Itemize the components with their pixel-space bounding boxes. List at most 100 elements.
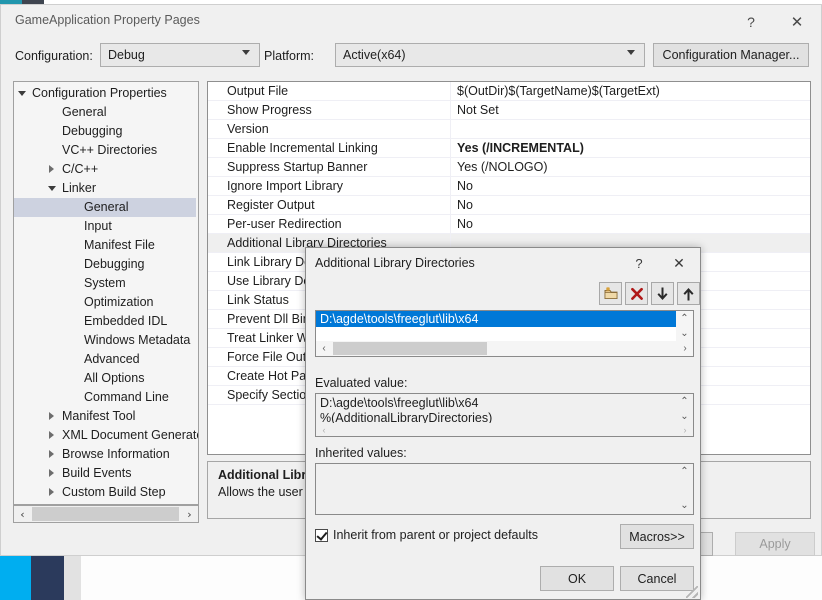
tree-item-input[interactable]: Input — [14, 217, 196, 236]
property-name: Show Progress — [227, 101, 312, 120]
tree-item-general[interactable]: General — [14, 198, 196, 217]
scrollbar-thumb[interactable] — [32, 507, 179, 521]
scroll-left-icon[interactable]: ‹ — [14, 506, 31, 522]
property-name: Version — [227, 120, 269, 139]
background-gray-block — [64, 556, 81, 600]
scroll-up-icon[interactable]: ⌃ — [676, 394, 693, 409]
chevron-right-icon[interactable] — [48, 450, 57, 459]
platform-dropdown[interactable]: Active(x64) — [335, 43, 645, 67]
tree-item-custom-build-step[interactable]: Custom Build Step — [14, 483, 196, 502]
chevron-down-icon — [242, 50, 251, 59]
arrow-down-icon[interactable] — [651, 282, 674, 305]
scroll-up-icon[interactable]: ⌃ — [676, 311, 693, 326]
tree-item-label: Optimization — [84, 293, 153, 312]
property-row[interactable]: Output File$(OutDir)$(TargetName)$(Targe… — [208, 82, 810, 101]
property-name: Suppress Startup Banner — [227, 158, 367, 177]
chevron-right-icon[interactable] — [48, 165, 57, 174]
dialog-help-icon[interactable]: ? — [626, 251, 652, 275]
dialog-title: Additional Library Directories — [315, 256, 475, 270]
listbox-vertical-scrollbar[interactable]: ⌃ ⌄ — [676, 311, 693, 342]
additional-library-directories-dialog: Additional Library Directories ? ✕ — [305, 247, 701, 600]
tree-item-label: Build Events — [62, 464, 131, 483]
tree-item-general[interactable]: General — [14, 103, 196, 122]
scroll-down-icon[interactable]: ⌄ — [676, 498, 693, 513]
scroll-left-icon[interactable]: ‹ — [316, 341, 332, 356]
property-value[interactable]: No — [457, 196, 473, 215]
apply-button: Apply — [735, 532, 815, 556]
close-icon[interactable]: ✕ — [780, 9, 814, 35]
tree-item-optimization[interactable]: Optimization — [14, 293, 196, 312]
tree-item-system[interactable]: System — [14, 274, 196, 293]
scroll-down-icon[interactable]: ⌄ — [676, 409, 693, 424]
property-row[interactable]: Version — [208, 120, 810, 139]
dialog-close-icon[interactable]: ✕ — [664, 251, 694, 275]
property-value[interactable]: Yes (/INCREMENTAL) — [457, 139, 584, 158]
macros-button[interactable]: Macros>> — [620, 524, 694, 549]
property-row[interactable]: Ignore Import LibraryNo — [208, 177, 810, 196]
chevron-right-icon[interactable] — [48, 412, 57, 421]
tree-item-xml-document-generator[interactable]: XML Document Generator — [14, 426, 196, 445]
platform-value: Active(x64) — [343, 48, 406, 62]
property-row[interactable]: Enable Incremental LinkingYes (/INCREMEN… — [208, 139, 810, 158]
property-row[interactable]: Register OutputNo — [208, 196, 810, 215]
tree-item-all-options[interactable]: All Options — [14, 369, 196, 388]
tree-item-manifest-tool[interactable]: Manifest Tool — [14, 407, 196, 426]
tree-item-browse-information[interactable]: Browse Information — [14, 445, 196, 464]
tree-item-command-line[interactable]: Command Line — [14, 388, 196, 407]
delete-x-icon[interactable] — [625, 282, 648, 305]
tree-item-debugging[interactable]: Debugging — [14, 255, 196, 274]
chevron-down-icon[interactable] — [48, 184, 57, 193]
property-row[interactable]: Suppress Startup Banner Yes (/NOLOGO) — [208, 158, 810, 177]
scroll-right-icon[interactable]: › — [677, 341, 693, 356]
configuration-manager-button[interactable]: Configuration Manager... — [653, 43, 809, 67]
tree-item-windows-metadata[interactable]: Windows Metadata — [14, 331, 196, 350]
scroll-up-icon[interactable]: ⌃ — [676, 464, 693, 479]
property-value[interactable]: Yes (/NOLOGO) — [457, 158, 548, 177]
property-row[interactable]: Show Progress Not Set — [208, 101, 810, 120]
chevron-right-icon[interactable] — [48, 469, 57, 478]
evaluated-horizontal-scrollbar[interactable]: ‹ › — [316, 423, 693, 436]
chevron-right-icon[interactable] — [48, 431, 57, 440]
property-value[interactable]: Not Set — [457, 101, 499, 120]
tree-horizontal-scrollbar[interactable]: ‹ › — [13, 505, 199, 523]
arrow-up-icon[interactable] — [677, 282, 700, 305]
property-value[interactable]: No — [457, 215, 473, 234]
tree-item-label: General — [84, 198, 128, 217]
tree-item-vc-directories[interactable]: VC++ Directories — [14, 141, 196, 160]
tree-item-advanced[interactable]: Advanced — [14, 350, 196, 369]
help-icon[interactable]: ? — [736, 9, 766, 35]
tree-item-manifest-file[interactable]: Manifest File — [14, 236, 196, 255]
background-navy-block — [31, 556, 64, 600]
tree-item-build-events[interactable]: Build Events — [14, 464, 196, 483]
inherit-checkbox[interactable] — [315, 529, 328, 542]
property-value[interactable]: No — [457, 177, 473, 196]
directories-listbox[interactable]: D:\agde\tools\freeglut\lib\x64 ⌃ ⌄ ‹ › — [315, 310, 694, 357]
inherit-checkbox-label: Inherit from parent or project defaults — [333, 528, 538, 542]
dialog-cancel-button[interactable]: Cancel — [620, 566, 694, 591]
scroll-right-icon[interactable]: › — [181, 506, 198, 522]
configuration-bar: Configuration: Debug Platform: Active(x6… — [1, 43, 822, 71]
configuration-dropdown[interactable]: Debug — [100, 43, 260, 67]
chevron-down-icon[interactable] — [18, 89, 27, 98]
tree-item-embedded-idl[interactable]: Embedded IDL — [14, 312, 196, 331]
tree-item-label: Manifest Tool — [62, 407, 135, 426]
tree-item-label: Manifest File — [84, 236, 155, 255]
evaluated-vertical-scrollbar[interactable]: ⌃ ⌄ — [676, 394, 693, 424]
tree-item-configuration-properties[interactable]: Configuration Properties — [14, 84, 196, 103]
inherited-vertical-scrollbar[interactable]: ⌃ ⌄ — [676, 464, 693, 514]
column-divider — [450, 215, 451, 233]
list-item[interactable]: D:\agde\tools\freeglut\lib\x64 — [316, 311, 676, 327]
chevron-right-icon[interactable] — [48, 488, 57, 497]
scroll-down-icon[interactable]: ⌄ — [676, 326, 693, 341]
tree-item-linker[interactable]: Linker — [14, 179, 196, 198]
property-row[interactable]: Per-user RedirectionNo — [208, 215, 810, 234]
property-value[interactable]: $(OutDir)$(TargetName)$(TargetExt) — [457, 82, 660, 101]
tree-item-debugging[interactable]: Debugging — [14, 122, 196, 141]
scrollbar-thumb[interactable] — [333, 342, 487, 355]
configuration-tree[interactable]: Configuration PropertiesGeneralDebugging… — [13, 81, 199, 505]
tree-item-c-c[interactable]: C/C++ — [14, 160, 196, 179]
listbox-horizontal-scrollbar[interactable]: ‹ › — [316, 341, 693, 356]
resize-grip-icon[interactable] — [686, 586, 698, 598]
dialog-ok-button[interactable]: OK — [540, 566, 614, 591]
new-folder-icon[interactable] — [599, 282, 622, 305]
